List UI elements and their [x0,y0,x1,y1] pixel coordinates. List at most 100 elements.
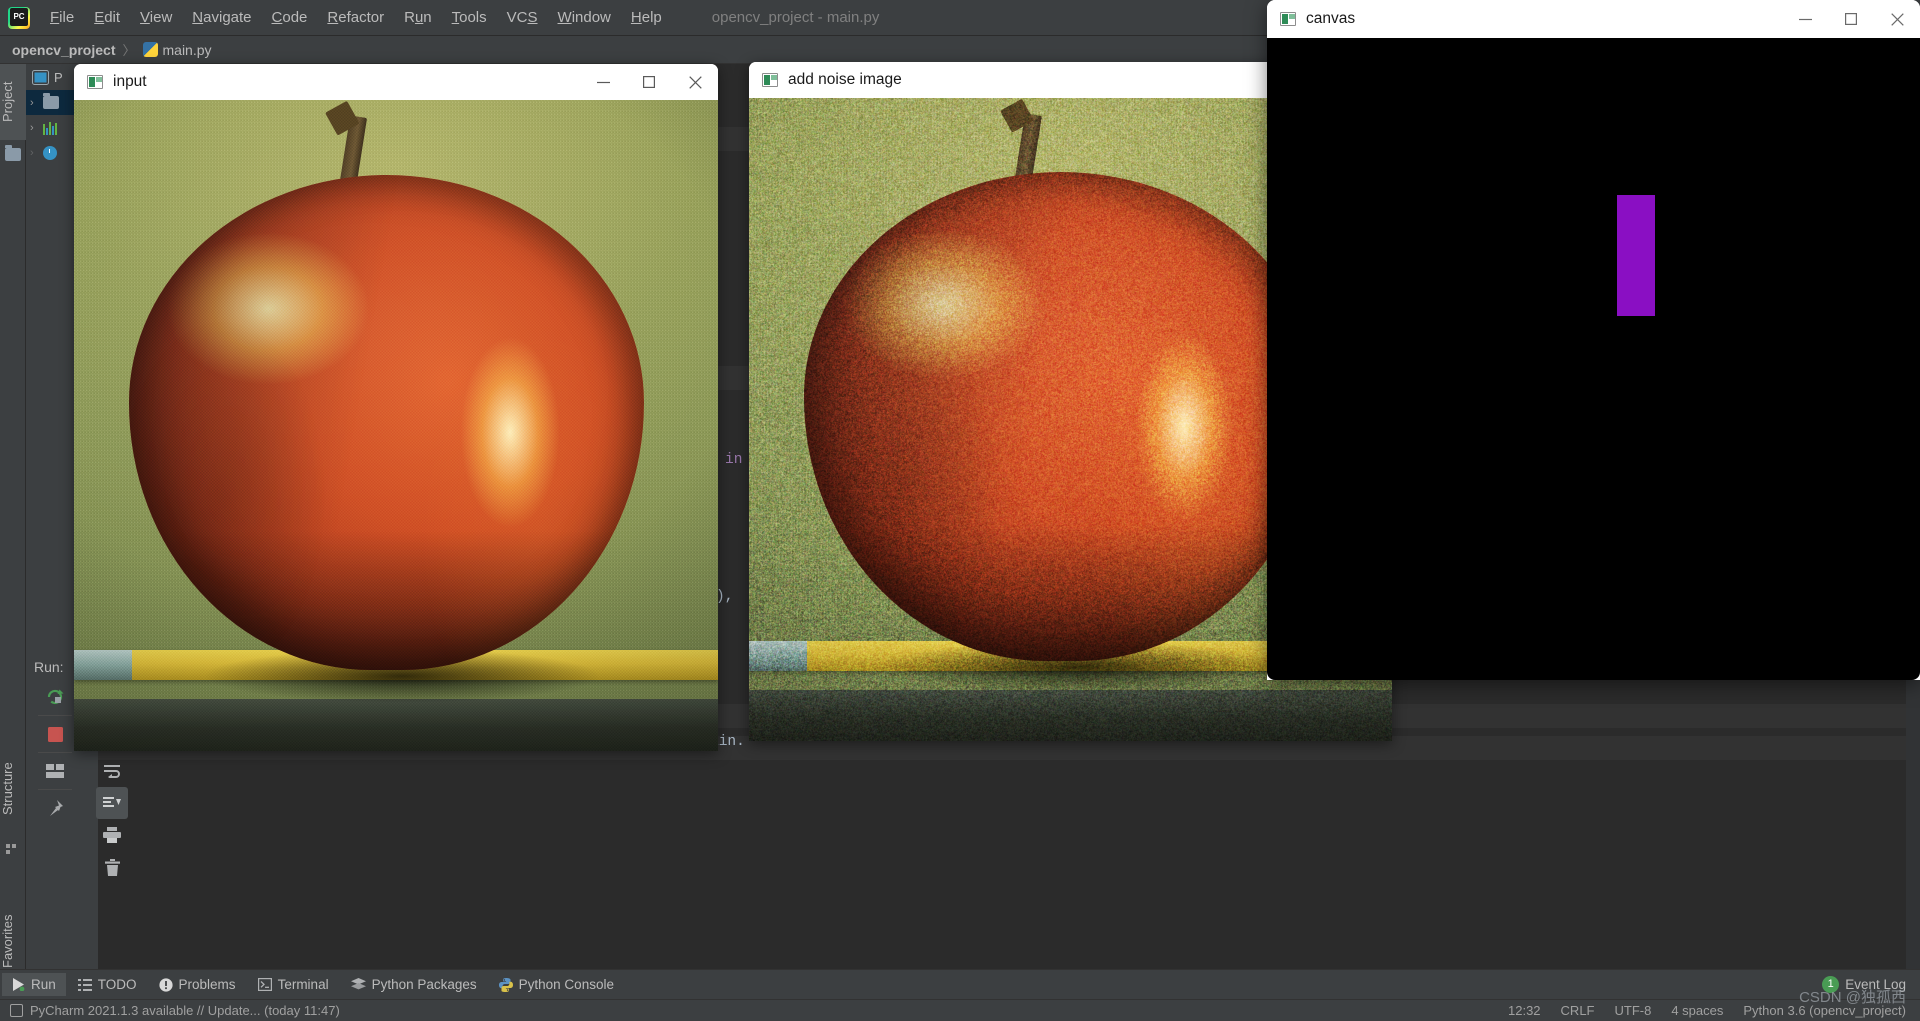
tab-label: Run [31,977,56,992]
cv-window-input[interactable]: input [74,64,718,751]
stop-button[interactable] [39,718,71,750]
pycharm-logo-icon [8,7,30,29]
menu-navigate[interactable]: Navigate [182,5,261,30]
status-encoding[interactable]: UTF-8 [1615,1003,1652,1018]
folder-icon [5,148,21,161]
project-tool-window-label: P [54,70,63,85]
window-title: opencv_project - main.py [712,9,880,26]
cv-window-input-title: input [113,73,147,91]
wrap-icon [103,764,121,778]
status-indent[interactable]: 4 spaces [1671,1003,1723,1018]
cv-window-canvas-image [1267,38,1920,680]
minimize-icon [597,76,610,89]
sidebar-item-structure[interactable]: Structure [0,744,26,834]
pin-icon [46,799,64,817]
minimize-button[interactable] [1782,1,1828,37]
rerun-button[interactable] [39,681,71,713]
structure-icon [6,842,20,856]
tab-label: Terminal [278,977,329,992]
purple-rectangle-shape [1617,195,1655,316]
tab-python-console[interactable]: Python Console [489,973,624,996]
maximize-button[interactable] [1828,1,1874,37]
menu-tools[interactable]: Tools [442,5,497,30]
menu-window[interactable]: Window [548,5,621,30]
code-fragment-2: ), [716,589,733,605]
stop-icon [48,727,63,742]
opencv-window-icon [762,73,778,87]
scroll-to-end-button[interactable] [96,787,128,819]
trash-icon [105,859,120,876]
tab-problems[interactable]: Problems [149,973,246,996]
menu-edit[interactable]: Edit [84,5,130,30]
project-view-icon [32,70,49,85]
breadcrumb-file[interactable]: main.py [163,42,212,58]
python-file-icon [143,42,158,57]
layout-icon [46,764,64,778]
pin-button[interactable] [39,792,71,824]
event-log-button[interactable]: 1 Event Log [1822,976,1920,993]
cv-window-input-titlebar[interactable]: input [74,64,718,100]
chevron-right-icon[interactable]: › [30,97,43,109]
print-button[interactable] [96,819,128,851]
tab-python-packages[interactable]: Python Packages [341,973,487,996]
status-bar: PyCharm 2021.1.3 available // Update... … [0,999,1920,1021]
minimize-button[interactable] [580,64,626,100]
code-fragment-1: in [725,452,742,468]
sidebar-item-label: Project [0,82,15,122]
minimize-icon [1799,13,1812,26]
status-time: 12:32 [1508,1003,1541,1018]
maximize-icon [643,76,655,88]
cv-window-canvas-titlebar[interactable]: canvas [1267,0,1920,38]
sidebar-item-label: Structure [0,763,15,816]
console-toolbar [92,755,132,883]
run-icon [12,978,25,991]
menu-view[interactable]: View [130,5,182,30]
close-button[interactable] [672,64,718,100]
notification-icon[interactable] [10,1004,23,1017]
close-button[interactable] [1874,1,1920,37]
chevron-right-icon: › [30,147,43,159]
menu-help[interactable]: Help [621,5,672,30]
bars-icon [43,121,59,135]
problems-icon [159,978,173,992]
packages-icon [351,978,366,992]
status-interpreter[interactable]: Python 3.6 (opencv_project) [1743,1003,1906,1018]
opencv-window-icon [87,75,103,89]
status-line-separator[interactable]: CRLF [1561,1003,1595,1018]
terminal-icon [258,978,272,991]
todo-icon [78,979,92,991]
sidebar-item-label: Favorites [0,915,15,968]
layout-button[interactable] [39,755,71,787]
menu-file[interactable]: File [40,5,84,30]
menu-code[interactable]: Code [262,5,318,30]
left-tool-strip: Project Structure Favorites [0,64,26,981]
menu-run[interactable]: Run [394,5,442,30]
tab-label: Problems [179,977,236,992]
status-badge: 1 [1822,976,1839,993]
cv-window-input-image [74,100,718,751]
clear-all-button[interactable] [96,851,128,883]
sidebar-item-project[interactable]: Project [0,64,26,140]
maximize-icon [1845,13,1857,25]
scroll-end-icon [103,796,121,811]
chevron-right-icon[interactable]: › [30,122,43,134]
tab-todo[interactable]: TODO [68,973,147,996]
tab-label: Python Console [519,977,614,992]
breadcrumb-separator: 〉 [122,40,135,59]
event-log-label: Event Log [1845,977,1906,992]
cv-window-add-noise-title: add noise image [788,71,902,89]
rerun-icon [46,688,64,706]
cv-window-canvas[interactable]: canvas [1267,0,1920,680]
breadcrumb-project[interactable]: opencv_project [12,42,115,58]
tab-label: Python Packages [372,977,477,992]
tab-run[interactable]: Run [2,973,66,996]
soft-wrap-button[interactable] [96,755,128,787]
bottom-tool-bar: Run TODO Problems Terminal Python Packag… [0,969,1920,999]
menu-vcs[interactable]: VCS [497,5,548,30]
maximize-button[interactable] [626,64,672,100]
tab-terminal[interactable]: Terminal [248,973,339,996]
menu-refactor[interactable]: Refactor [317,5,394,30]
close-icon [1891,13,1904,26]
status-message[interactable]: PyCharm 2021.1.3 available // Update... … [30,1003,340,1018]
run-toolbar [32,681,78,824]
